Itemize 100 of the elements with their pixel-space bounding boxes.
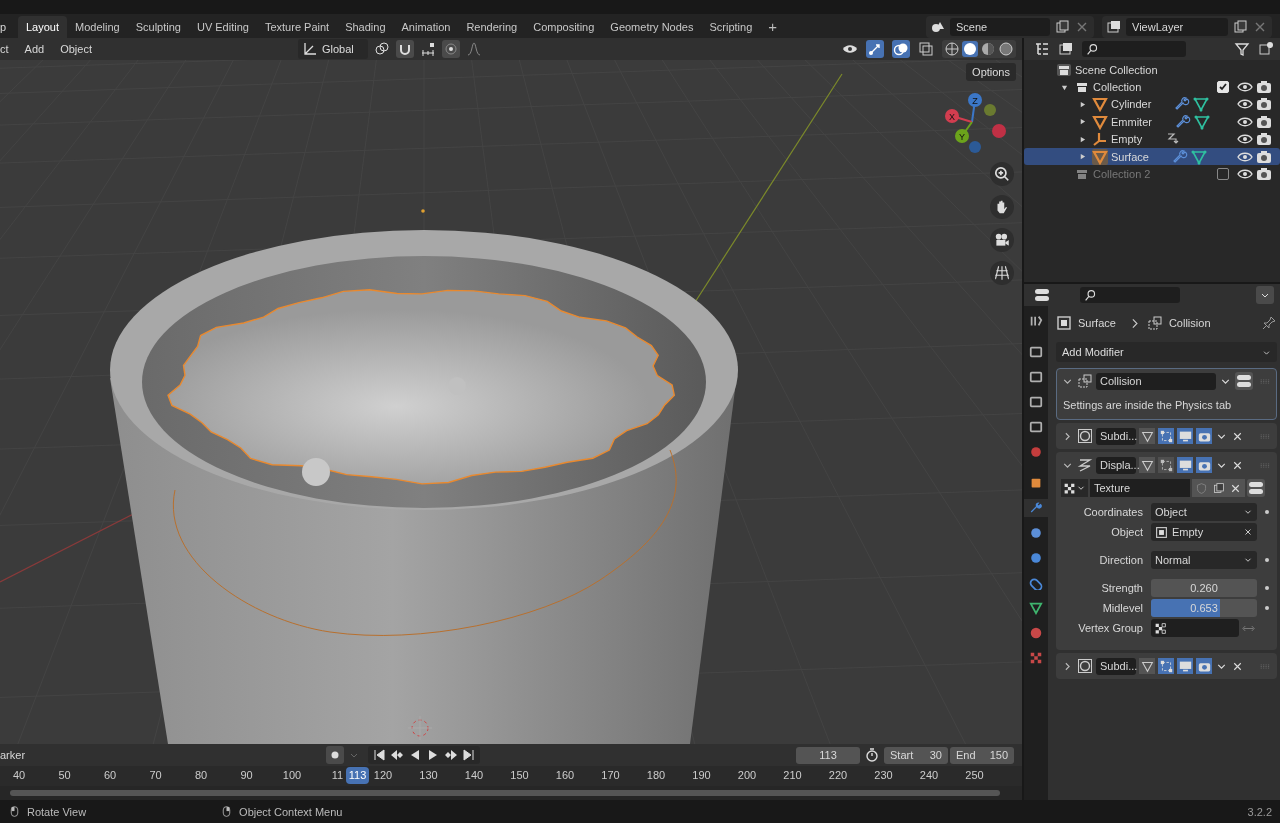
- on-cage-toggle[interactable]: [1139, 658, 1155, 674]
- new-collection-icon[interactable]: [1258, 41, 1274, 57]
- jump-end-icon[interactable]: [461, 747, 477, 763]
- keyframe-dot[interactable]: [1265, 606, 1269, 610]
- falloff-curve-icon[interactable]: [465, 41, 482, 57]
- keyframe-dot[interactable]: [1265, 586, 1269, 590]
- outliner-editor-icon[interactable]: [1034, 41, 1050, 57]
- help-menu[interactable]: p: [0, 20, 18, 33]
- expand-toggle-icon[interactable]: [1079, 135, 1086, 143]
- slider-field[interactable]: 0.653: [1151, 599, 1257, 617]
- edit-mode-toggle[interactable]: [1158, 457, 1174, 473]
- next-keyframe-icon[interactable]: [443, 747, 459, 763]
- zoom-icon[interactable]: [990, 162, 1014, 186]
- scrollbar-thumb[interactable]: [10, 790, 1000, 796]
- copy-icon[interactable]: [1054, 18, 1070, 35]
- magnet-icon[interactable]: [395, 40, 414, 58]
- render-toggle[interactable]: [1196, 658, 1212, 674]
- view-layer-selector[interactable]: ViewLayer: [1102, 15, 1272, 38]
- mesh-data-icon[interactable]: [1193, 113, 1210, 130]
- copy-icon[interactable]: [1212, 481, 1225, 495]
- edit-mode-toggle[interactable]: [1158, 658, 1174, 674]
- viewport-toggle[interactable]: [1177, 658, 1193, 674]
- marker-menu[interactable]: arker: [0, 749, 316, 761]
- outliner-row[interactable]: Surface: [1024, 147, 1280, 166]
- camera-icon[interactable]: [990, 228, 1014, 252]
- mesh-data-icon[interactable]: [1190, 148, 1207, 165]
- scene-selector[interactable]: Scene: [926, 15, 1094, 38]
- workspace-tab[interactable]: Rendering: [458, 15, 526, 38]
- jump-start-icon[interactable]: [371, 747, 387, 763]
- header-menu[interactable]: Add: [24, 43, 51, 55]
- workspace-tab[interactable]: Geometry Nodes: [602, 15, 702, 38]
- texture-field[interactable]: Texture: [1090, 479, 1190, 497]
- camera-icon[interactable]: [1256, 79, 1272, 96]
- expand-toggle-icon[interactable]: [1079, 153, 1086, 161]
- workspace-tab[interactable]: Sculpting: [127, 15, 189, 38]
- gizmo-toggle-icon[interactable]: [866, 40, 884, 58]
- record-icon[interactable]: [326, 746, 344, 764]
- workspace-tab[interactable]: Compositing: [525, 15, 603, 38]
- end-frame-field[interactable]: End 150: [950, 746, 1014, 764]
- expand-toggle-icon[interactable]: [1061, 83, 1068, 91]
- workspace-tab[interactable]: UV Editing: [188, 15, 257, 38]
- workspace-tab[interactable]: Texture Paint: [256, 15, 338, 38]
- snap-increment-icon[interactable]: [419, 41, 436, 57]
- view-layer-field[interactable]: ViewLayer: [1126, 17, 1228, 36]
- camera-icon[interactable]: [1256, 166, 1272, 183]
- add-modifier-dropdown[interactable]: Add Modifier: [1056, 342, 1277, 362]
- modifier-name-field[interactable]: Subdi...: [1096, 427, 1136, 445]
- vertex-group-field[interactable]: [1151, 619, 1239, 637]
- mesh-data-icon[interactable]: [1193, 96, 1210, 113]
- keyframe-dot[interactable]: [1265, 510, 1269, 514]
- add-workspace-button[interactable]: +: [760, 18, 786, 35]
- link-icon[interactable]: [373, 41, 390, 57]
- start-frame-field[interactable]: Start 30: [884, 746, 948, 764]
- exclude-checkbox[interactable]: [1217, 168, 1229, 181]
- outliner-row[interactable]: Scene Collection: [1024, 61, 1280, 79]
- orientation-dropdown[interactable]: Global: [297, 39, 368, 59]
- stopwatch-icon[interactable]: [864, 747, 880, 763]
- playhead[interactable]: 113: [346, 767, 369, 784]
- display-mode-icon[interactable]: [1058, 41, 1074, 57]
- expand-toggle-icon[interactable]: [1079, 118, 1086, 126]
- copy-icon[interactable]: [1232, 18, 1248, 35]
- on-cage-toggle[interactable]: [1139, 428, 1155, 444]
- modifier-tab[interactable]: [1024, 499, 1048, 517]
- wireframe-shading-icon[interactable]: [944, 41, 960, 57]
- dropdown-field[interactable]: Normal: [1151, 551, 1257, 569]
- dropdown-field[interactable]: Object: [1151, 503, 1257, 521]
- workspace-tab[interactable]: Layout: [18, 15, 68, 38]
- rendered-shading-icon[interactable]: [998, 41, 1014, 57]
- workspace-tab[interactable]: Shading: [337, 15, 394, 38]
- pin-icon[interactable]: [1261, 315, 1277, 331]
- outliner-row[interactable]: Collection: [1024, 78, 1280, 96]
- properties-editor-icon[interactable]: [1034, 287, 1050, 303]
- grid-icon[interactable]: [990, 261, 1014, 285]
- current-frame-field[interactable]: 113: [796, 746, 860, 764]
- on-cage-toggle[interactable]: [1139, 457, 1155, 473]
- camera-icon[interactable]: [1256, 148, 1272, 165]
- navigation-gizmo[interactable]: Z X Y: [940, 90, 1010, 160]
- header-menu[interactable]: Object: [60, 43, 98, 55]
- close-icon[interactable]: [1243, 527, 1253, 537]
- workspace-tab[interactable]: Modeling: [67, 15, 128, 38]
- properties-toggle-icon[interactable]: [1235, 372, 1253, 390]
- camera-icon[interactable]: [1256, 96, 1272, 113]
- camera-icon[interactable]: [1256, 131, 1272, 148]
- search-field[interactable]: [1080, 287, 1180, 303]
- properties-toggle-icon[interactable]: [1247, 479, 1265, 497]
- modifier-name-field[interactable]: Subdi...: [1096, 657, 1136, 675]
- previous-keyframe-icon[interactable]: [389, 747, 405, 763]
- header-menu[interactable]: ct: [0, 43, 15, 55]
- expand-toggle-icon[interactable]: [1079, 100, 1086, 108]
- xray-toggle-icon[interactable]: [918, 41, 934, 57]
- edit-mode-toggle[interactable]: [1158, 428, 1174, 444]
- scene-field[interactable]: Scene: [950, 17, 1050, 36]
- viewport-toggle[interactable]: [1177, 428, 1193, 444]
- render-toggle[interactable]: [1196, 457, 1212, 473]
- overlay-toggle-icon[interactable]: [892, 40, 910, 58]
- number-field[interactable]: 0.260: [1151, 579, 1257, 597]
- proportional-edit-icon[interactable]: [441, 40, 460, 58]
- workspace-tab[interactable]: Scripting: [701, 15, 761, 38]
- hand-icon[interactable]: [990, 195, 1014, 219]
- camera-icon[interactable]: [1256, 113, 1272, 130]
